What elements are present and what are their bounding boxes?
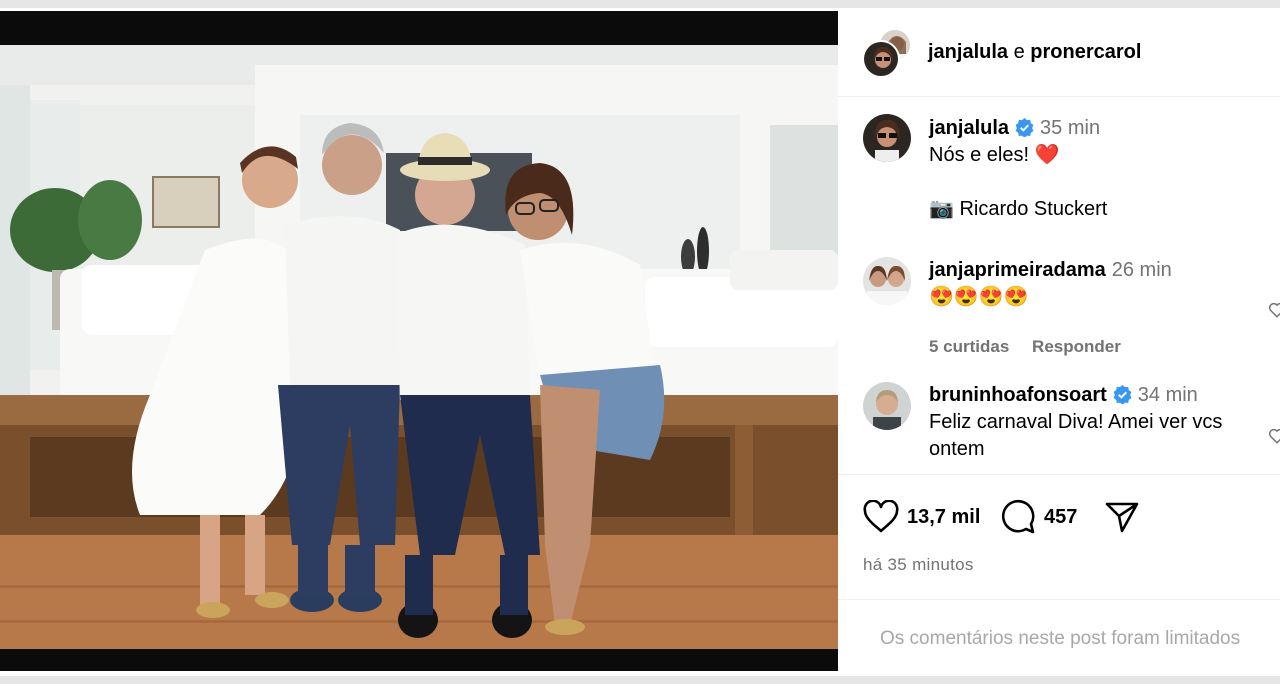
header-username-2[interactable]: pronercarol xyxy=(1030,41,1141,63)
comment-avatar-bruninhoafonsoart[interactable] xyxy=(863,382,911,430)
post-actions: 13,7 mil 457 há 35 minutos xyxy=(838,474,1280,600)
comments-list[interactable]: janjalula 35 min Nós e eles! ❤️ 📷 Ricardo… xyxy=(838,111,1280,473)
comment-1-username[interactable]: janjaprimeiradama xyxy=(929,259,1106,281)
comment-avatar-janjaprimeiradama[interactable] xyxy=(863,257,911,305)
comment-1-likes[interactable]: 5 curtidas xyxy=(929,337,1009,356)
comment-1-meta: 5 curtidas Responder xyxy=(929,337,1139,357)
comment-icon[interactable] xyxy=(1000,499,1036,535)
likes-count[interactable]: 13,7 mil xyxy=(907,506,980,529)
heart-icon[interactable] xyxy=(863,500,899,534)
posted-time: há 35 minutos xyxy=(863,555,974,574)
share-action[interactable] xyxy=(1104,497,1140,537)
comments-limited-footer: Os comentários neste post foram limitado… xyxy=(838,599,1280,671)
comment-action[interactable]: 457 xyxy=(1000,497,1077,537)
send-icon[interactable] xyxy=(1104,499,1140,535)
post-header: janjalula e pronercarol xyxy=(838,11,1280,97)
comment-1-time: 26 min xyxy=(1111,259,1172,281)
like-action[interactable]: 13,7 mil xyxy=(863,497,980,537)
comment-2: bruninhoafonsoart 34 min Feliz carnaval D… xyxy=(929,382,1269,463)
comment-2-text: Feliz carnaval Diva! Amei ver vcs ontem xyxy=(929,411,1223,460)
post-sidebar: janjalula e pronercarol janjalula 35 min … xyxy=(838,11,1280,671)
post-media[interactable] xyxy=(0,11,838,671)
avatar-janjalula[interactable] xyxy=(862,40,900,78)
caption-line-1: Nós e eles! ❤️ xyxy=(929,144,1060,166)
caption-line-2: 📷 Ricardo Stuckert xyxy=(929,198,1108,220)
comment-2-username[interactable]: bruninhoafonsoart xyxy=(929,384,1107,406)
caption: janjalula 35 min Nós e eles! ❤️ 📷 Ricardo… xyxy=(929,115,1269,223)
comments-count[interactable]: 457 xyxy=(1044,506,1077,529)
comments-limited-text: Os comentários neste post foram limitado… xyxy=(880,628,1241,649)
caption-username[interactable]: janjalula xyxy=(929,117,1009,139)
comment-1-reply-button[interactable]: Responder xyxy=(1032,337,1121,356)
verified-badge-icon xyxy=(1015,118,1034,137)
caption-avatar[interactable] xyxy=(863,114,911,162)
comment-2-time: 34 min xyxy=(1137,384,1198,406)
comment-1: janjaprimeiradama 26 min 😍😍😍😍 xyxy=(929,257,1269,311)
verified-badge-icon xyxy=(1113,385,1132,404)
comment-1-like-icon[interactable] xyxy=(1268,301,1280,319)
header-username-1[interactable]: janjalula xyxy=(928,41,1008,63)
collab-avatars[interactable] xyxy=(862,28,914,78)
comment-2-like-icon[interactable] xyxy=(1268,427,1280,445)
caption-time: 35 min xyxy=(1040,117,1101,139)
comment-1-text: 😍😍😍😍 xyxy=(929,286,1029,308)
header-separator: e xyxy=(1013,41,1025,63)
post-photo xyxy=(0,45,838,649)
post-header-title: janjalula e pronercarol xyxy=(928,40,1141,64)
